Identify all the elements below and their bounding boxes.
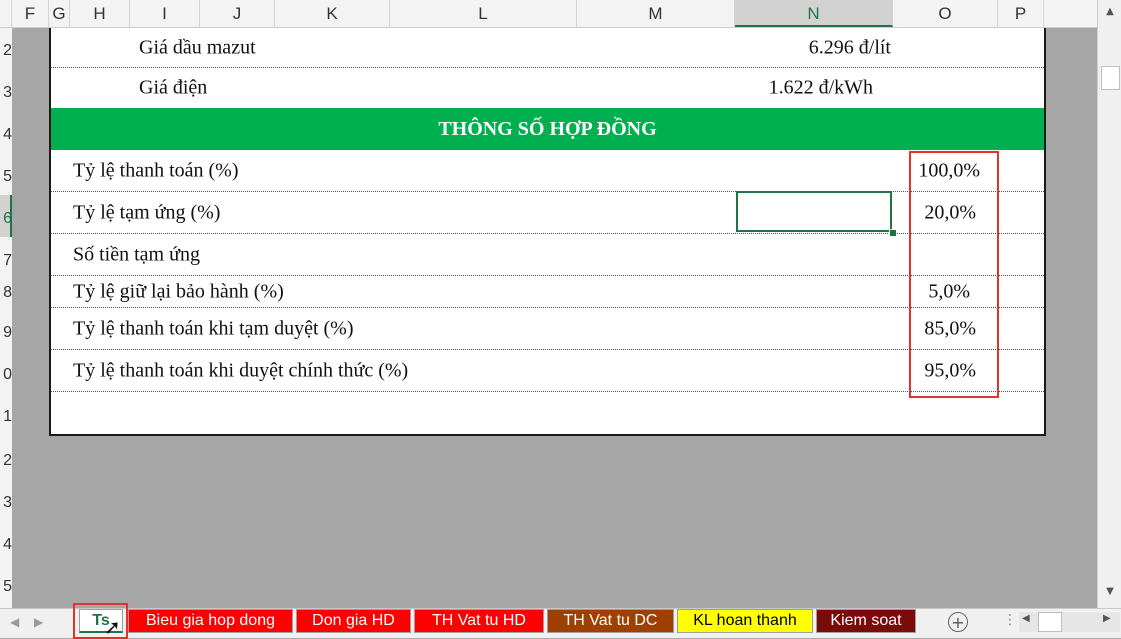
column-header-G[interactable]: G — [49, 0, 70, 27]
column-header-F[interactable]: F — [12, 0, 49, 27]
sheet-tab-kl-hoan-thanh[interactable]: KL hoan thanh — [677, 609, 813, 633]
param-row[interactable]: Tỷ lệ tạm ứng (%) 20,0% — [51, 192, 1044, 234]
select-all-corner[interactable] — [0, 0, 12, 27]
mouse-pointer-icon: ➚ — [104, 615, 121, 639]
value-highlight-box — [909, 151, 999, 398]
row-header[interactable]: 8 — [0, 284, 12, 302]
fuel-row-value: 6.296 đ/lít — [808, 36, 891, 58]
sheet-tab-don-gia-hd[interactable]: Don gia HD — [296, 609, 411, 633]
section-title: THÔNG SỐ HỢP ĐỒNG — [51, 108, 1044, 150]
param-label: Số tiền tạm ứng — [73, 243, 200, 265]
row-header[interactable]: 1 — [0, 408, 12, 426]
fuel-row-label: Giá điện — [139, 76, 208, 99]
column-header-N[interactable]: N — [735, 0, 893, 27]
param-label: Tỷ lệ thanh toán khi tạm duyệt (%) — [73, 317, 354, 339]
ellipsis-icon[interactable]: ⋮ — [1003, 612, 1017, 628]
plus-circle-icon[interactable]: + — [948, 612, 968, 632]
fuel-row-electric[interactable]: Giá điện 1.622 đ/kWh — [51, 68, 1044, 108]
column-header-H[interactable]: H — [70, 0, 130, 27]
param-row[interactable]: Tỷ lệ giữ lại bảo hành (%) 5,0% — [51, 276, 1044, 308]
sheet-tab-th-vat-tu-dc[interactable]: TH Vat tu DC — [547, 609, 674, 633]
column-header-O[interactable]: O — [893, 0, 998, 27]
row-header[interactable]: 4 — [0, 536, 12, 554]
param-row[interactable]: Tỷ lệ thanh toán khi duyệt chính thức (%… — [51, 350, 1044, 392]
vertical-scroll-thumb[interactable] — [1101, 66, 1120, 90]
row-header[interactable]: 0 — [0, 366, 12, 384]
sheet-tab-bieu-gia-hop-dong[interactable]: Bieu gia hop dong — [128, 609, 293, 633]
scroll-left-icon[interactable]: ◀ — [1022, 613, 1030, 624]
fuel-row-mazut[interactable]: Giá dầu mazut 6.296 đ/lít — [51, 28, 1044, 68]
fill-handle[interactable] — [889, 229, 897, 237]
triangle-down-icon[interactable]: ▼ — [1102, 586, 1118, 600]
column-header-P[interactable]: P — [998, 0, 1044, 27]
horizontal-scroll-thumb[interactable] — [1038, 612, 1062, 632]
row-header[interactable]: 4 — [0, 126, 12, 144]
row-header[interactable]: 2 — [0, 42, 12, 60]
column-header-I[interactable]: I — [130, 0, 200, 27]
selected-cell-N6[interactable] — [736, 191, 892, 232]
row-header[interactable]: 6 — [0, 210, 12, 228]
param-row[interactable]: Số tiền tạm ứng — [51, 234, 1044, 276]
sheet-tab-bar: ◀ ▶ Ts Bieu gia hop dong Don gia HD TH V… — [0, 603, 1121, 639]
param-label: Tỷ lệ thanh toán khi duyệt chính thức (%… — [73, 359, 409, 381]
tab-scroll-left-icon[interactable]: ◀ — [10, 615, 19, 629]
param-label: Tỷ lệ thanh toán (%) — [73, 159, 239, 181]
sheet-tab-th-vat-tu-hd[interactable]: TH Vat tu HD — [414, 609, 544, 633]
triangle-up-icon[interactable]: ▲ — [1102, 6, 1118, 20]
param-row[interactable]: Tỷ lệ thanh toán (%) 100,0% — [51, 150, 1044, 192]
vertical-scrollbar[interactable]: ▲ ▼ — [1097, 0, 1121, 608]
column-header-L[interactable]: L — [390, 0, 577, 27]
column-header-bar: F G H I J K L M N O P — [0, 0, 1097, 28]
row-header-bar: 2 3 4 5 6 7 8 9 0 1 2 3 4 5 — [0, 28, 12, 608]
tab-scroll-right-icon[interactable]: ▶ — [34, 615, 43, 629]
column-header-J[interactable]: J — [200, 0, 275, 27]
row-header[interactable]: 5 — [0, 168, 12, 186]
row-header[interactable]: 5 — [0, 578, 12, 596]
row-header[interactable]: 3 — [0, 84, 12, 102]
param-label: Tỷ lệ giữ lại bảo hành (%) — [73, 280, 284, 302]
param-label: Tỷ lệ tạm ứng (%) — [73, 201, 221, 223]
column-header-K[interactable]: K — [275, 0, 390, 27]
row-header[interactable]: 7 — [0, 252, 12, 270]
scroll-right-icon[interactable]: ▶ — [1103, 613, 1111, 624]
sheet-tab-kiem-soat[interactable]: Kiem soat — [816, 609, 916, 633]
fuel-row-value: 1.622 đ/kWh — [768, 76, 873, 99]
fuel-row-label: Giá dầu mazut — [139, 36, 256, 58]
column-header-M[interactable]: M — [577, 0, 735, 27]
row-header[interactable]: 3 — [0, 494, 12, 512]
worksheet-grid[interactable]: Giá dầu mazut 6.296 đ/lít Giá điện 1.622… — [12, 28, 1097, 608]
row-header[interactable]: 2 — [0, 452, 12, 470]
param-row[interactable]: Tỷ lệ thanh toán khi tạm duyệt (%) 85,0% — [51, 308, 1044, 350]
row-header[interactable]: 9 — [0, 324, 12, 342]
contract-params-table: Giá dầu mazut 6.296 đ/lít Giá điện 1.622… — [49, 28, 1046, 436]
